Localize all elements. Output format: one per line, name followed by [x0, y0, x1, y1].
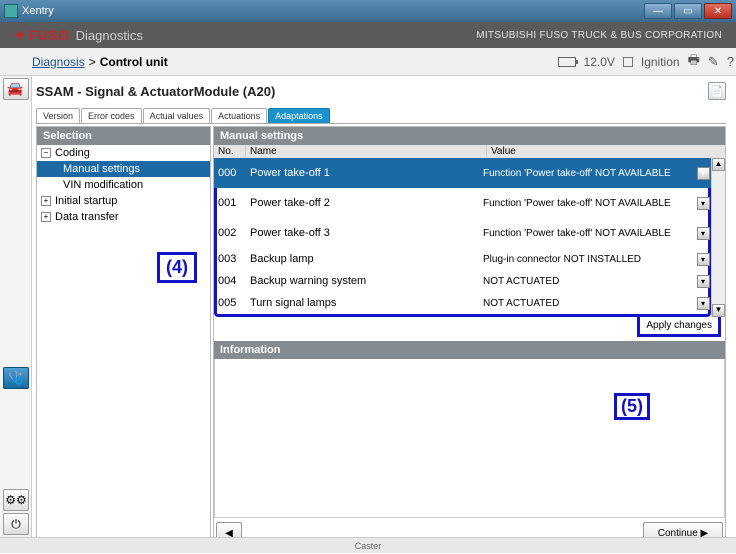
window-minimize-button[interactable]: — [644, 3, 672, 19]
information-head: Information [214, 341, 725, 359]
breadcrumb-sep: > [89, 55, 96, 69]
table-row[interactable]: 001Power take-off 2Function 'Power take-… [214, 188, 711, 218]
cell-no: 000 [214, 167, 246, 179]
ignition-label: Ignition [641, 55, 680, 69]
app-header: ✦ FUSO Diagnostics MITSUBISHI FUSO TRUCK… [0, 22, 736, 48]
breadcrumb-link-diagnosis[interactable]: Diagnosis [32, 55, 85, 69]
scroll-down-icon[interactable]: ▼ [712, 304, 725, 317]
table-row[interactable]: 003Backup lampPlug-in connector NOT INST… [214, 248, 711, 270]
cell-name: Power take-off 1 [246, 167, 479, 179]
dropdown-icon[interactable]: ▾ [697, 253, 710, 266]
battery-icon [558, 57, 576, 67]
logo-brand: FUSO [29, 27, 70, 43]
scroll-up-icon[interactable]: ▲ [712, 158, 725, 171]
apply-changes-button[interactable]: Apply changes [637, 317, 721, 337]
tab-version[interactable]: Version [36, 108, 80, 123]
cell-no: 002 [214, 227, 246, 239]
table-row[interactable]: 004Backup warning systemNOT ACTUATED▾ [214, 270, 711, 292]
status-bar: Caster [0, 537, 736, 553]
app-sysicon [4, 4, 18, 18]
settings-grid: Manual settings No. Name Value (4) 000Po… [213, 126, 726, 549]
tab-actuations[interactable]: Actuations [211, 108, 267, 123]
window-maximize-button[interactable]: ▭ [674, 3, 702, 19]
tab-actual-values[interactable]: Actual values [143, 108, 211, 123]
ignition-checkbox[interactable] [623, 57, 633, 67]
dropdown-icon[interactable]: ▾ [697, 297, 710, 310]
cell-name: Backup warning system [246, 275, 479, 287]
cell-value: Plug-in connector NOT INSTALLED [479, 254, 695, 265]
tree-item-initial-startup[interactable]: Initial startup [37, 193, 210, 209]
annotation-5-label: (5) [614, 393, 650, 420]
rail-vehicle-button[interactable]: 🚘 [3, 78, 29, 100]
cell-value: Function 'Power take-off' NOT AVAILABLE [479, 198, 695, 209]
apply-changes-label: Apply changes [646, 320, 712, 331]
rail-diagnostic-button[interactable]: 🩺 [3, 367, 29, 389]
information-body: (5) [214, 359, 725, 519]
dropdown-icon[interactable]: ▾ [697, 275, 710, 288]
selection-head: Selection [37, 127, 210, 145]
voltage-label: 12.0V [584, 55, 615, 69]
tree-item-coding[interactable]: Coding [37, 145, 210, 161]
rail-settings-button[interactable]: ⚙⚙ [3, 489, 29, 511]
cell-value: Function 'Power take-off' NOT AVAILABLE [479, 228, 695, 239]
manual-icon[interactable]: 📄 [708, 82, 726, 100]
window-titlebar: Xentry — ▭ ✕ [0, 0, 736, 22]
col-name: Name [246, 145, 487, 158]
dropdown-icon[interactable]: ▾ [697, 167, 710, 180]
breadcrumb: Diagnosis > Control unit 12.0V Ignition … [0, 48, 736, 76]
cell-no: 001 [214, 197, 246, 209]
table-row[interactable]: 002Power take-off 3Function 'Power take-… [214, 218, 711, 248]
left-rail: 🚘 🩺 ⚙⚙ ⏻ [0, 76, 32, 553]
cell-value: Function 'Power take-off' NOT AVAILABLE [479, 168, 695, 179]
cell-value: NOT ACTUATED [479, 276, 695, 287]
cell-value: NOT ACTUATED [479, 298, 695, 309]
corporation-label: MITSUBISHI FUSO TRUCK & BUS CORPORATION [476, 30, 722, 41]
logo-mark-icon: ✦ [14, 27, 26, 44]
help-icon[interactable]: ? [727, 54, 734, 69]
grid-col-header: No. Name Value [214, 145, 725, 158]
selection-panel: Selection CodingManual settingsVIN modif… [36, 126, 211, 549]
module-title: SSAM - Signal & ActuatorModule (A20) [36, 84, 275, 99]
window-close-button[interactable]: ✕ [704, 3, 732, 19]
grid-head: Manual settings [214, 127, 725, 145]
tab-error-codes[interactable]: Error codes [81, 108, 142, 123]
annotation-4-label: (4) [157, 252, 197, 283]
tab-bar: VersionError codesActual valuesActuation… [36, 108, 726, 124]
tree-item-manual-settings[interactable]: Manual settings [37, 161, 210, 177]
cell-name: Power take-off 3 [246, 227, 479, 239]
breadcrumb-current: Control unit [100, 55, 168, 69]
table-row[interactable]: 005Turn signal lampsNOT ACTUATED▾ [214, 292, 711, 314]
cell-no: 003 [214, 253, 246, 265]
tree-item-data-transfer[interactable]: Data transfer [37, 209, 210, 225]
tree-item-vin-modification[interactable]: VIN modification [37, 177, 210, 193]
dropdown-icon[interactable]: ▾ [697, 197, 710, 210]
cell-name: Power take-off 2 [246, 197, 479, 209]
cell-no: 004 [214, 275, 246, 287]
table-row[interactable]: 000Power take-off 1Function 'Power take-… [214, 158, 711, 188]
dropdown-icon[interactable]: ▾ [697, 227, 710, 240]
tools-icon[interactable]: ✎ [708, 54, 719, 70]
rail-power-button[interactable]: ⏻ [3, 513, 29, 535]
cell-name: Backup lamp [246, 253, 479, 265]
grid-scrollbar[interactable]: ▲ ▼ [711, 158, 725, 317]
window-title: Xentry [22, 5, 54, 17]
tab-adaptations[interactable]: Adaptations [268, 108, 330, 123]
cell-no: 005 [214, 297, 246, 309]
col-no: No. [214, 145, 246, 158]
cell-name: Turn signal lamps [246, 297, 479, 309]
logo-subtitle: Diagnostics [76, 28, 143, 43]
col-value: Value [487, 145, 725, 158]
print-icon[interactable]: 🖶 [688, 51, 700, 73]
